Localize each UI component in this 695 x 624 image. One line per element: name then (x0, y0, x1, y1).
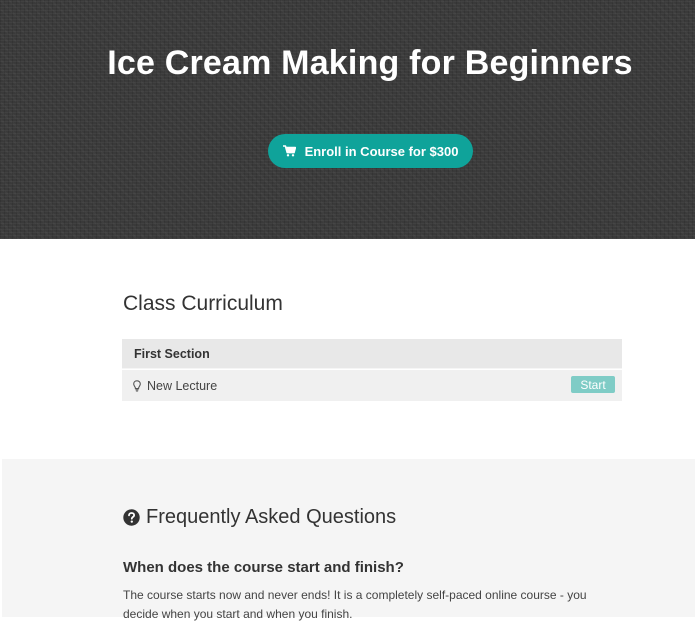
faq-title-text: Frequently Asked Questions (146, 506, 397, 528)
course-hero: Ice Cream Making for Beginners Enroll in… (0, 0, 695, 239)
course-title: Ice Cream Making for Beginners (107, 44, 633, 82)
section-title: First Section (134, 346, 210, 361)
faq-section: Frequently Asked Questions When does the… (2, 459, 695, 621)
lecture-row[interactable]: New Lecture Start (122, 370, 622, 401)
enroll-button[interactable]: Enroll in Course for $300 (268, 134, 473, 168)
faq-title: Frequently Asked Questions (123, 506, 396, 529)
enroll-button-label: Enroll in Course for $300 (304, 143, 459, 159)
curriculum-title: Class Curriculum (123, 292, 283, 315)
shopping-cart-icon (282, 145, 296, 157)
faq-answer: The course starts now and never ends! It… (123, 588, 587, 621)
lightbulb-icon (133, 379, 141, 392)
curriculum-section-header: First Section (122, 339, 622, 369)
question-circle-icon (123, 509, 140, 526)
faq-question: When does the course start and finish? (123, 559, 404, 576)
lecture-title: New Lecture (147, 378, 218, 393)
start-lecture-button[interactable]: Start (571, 376, 615, 393)
